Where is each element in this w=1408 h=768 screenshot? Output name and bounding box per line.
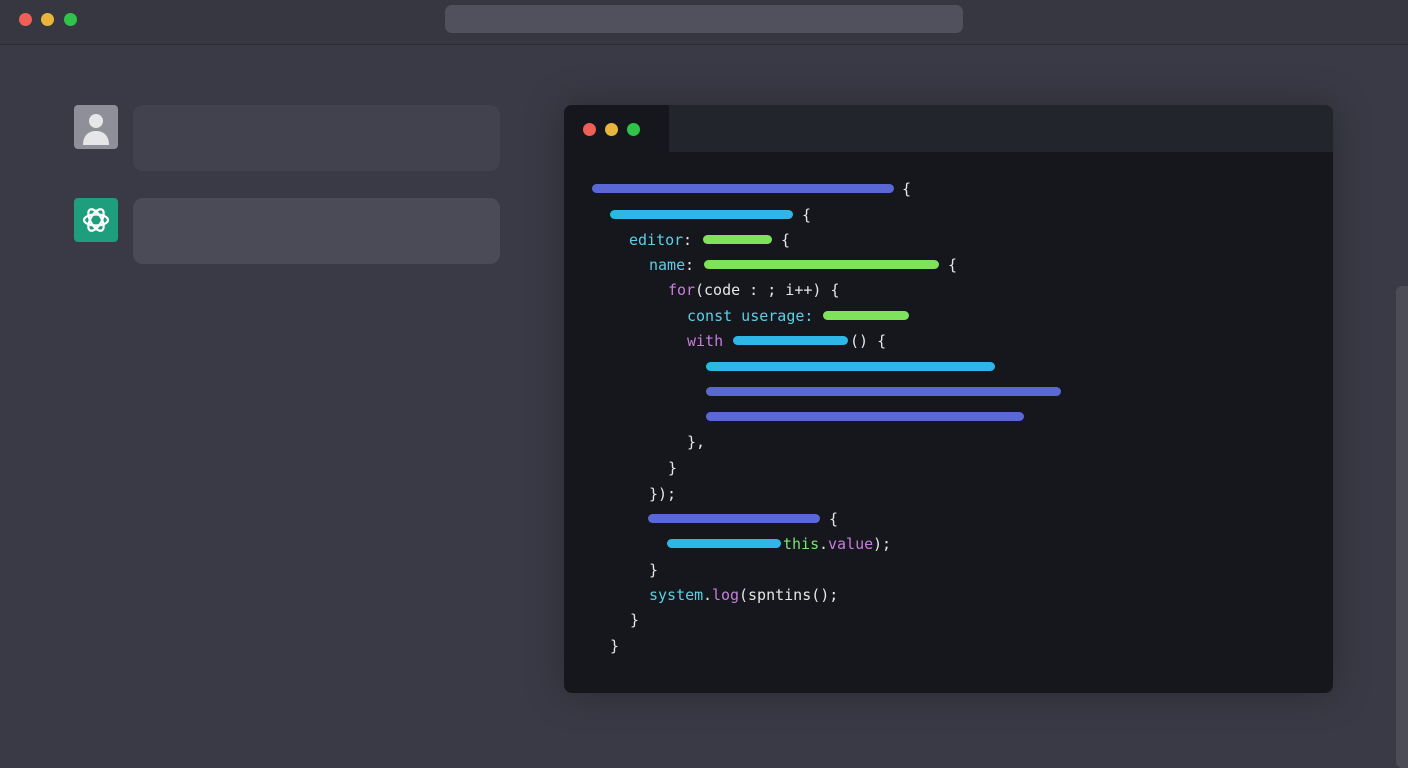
code-token: system [649,586,704,604]
code-line: { [564,205,1333,225]
minimize-window-button[interactable] [41,13,54,26]
code-token: editor [629,231,684,249]
assistant-message-bubble [133,198,500,264]
close-window-button[interactable] [19,13,32,26]
user-avatar [74,105,118,149]
code-token: (spntins(); [739,586,839,604]
code-token: : [685,256,695,274]
window-titlebar [0,0,1408,45]
code-line: } [564,560,1333,580]
code-line: name : { [564,255,1333,275]
code-placeholder-bar [706,412,1024,421]
code-token: . [819,535,829,553]
code-token: } [630,611,640,629]
code-line: this . value ); [564,534,1333,554]
code-placeholder-bar [733,336,848,345]
code-line: editor : { [564,230,1333,250]
code-line: }, [564,432,1333,452]
code-placeholder-bar [592,184,894,193]
code-token: with [687,332,724,350]
page-scrollbar[interactable] [1396,286,1408,768]
code-token: const userage: [687,307,814,325]
code-token: log [712,586,740,604]
code-block: { { editor : { name : { for (code : ; i+… [564,105,1333,693]
code-token: { [802,206,812,224]
code-placeholder-bar [648,514,820,523]
maximize-window-button[interactable] [64,13,77,26]
assistant-avatar [74,198,118,242]
code-placeholder-bar [823,311,909,320]
code-line [564,357,1333,377]
code-line: system . log (spntins(); [564,585,1333,605]
code-line: } [564,636,1333,656]
code-placeholder-bar [703,235,772,244]
code-token: } [610,637,620,655]
code-token: value [828,535,874,553]
code-placeholder-bar [610,210,793,219]
code-placeholder-bar [667,539,781,548]
code-token: (code : ; i++) { [695,281,840,299]
assistant-logo-icon [74,198,118,242]
code-token: } [668,459,678,477]
code-line: { [564,179,1333,199]
code-token: . [703,586,713,604]
code-token: }, [687,433,706,451]
code-placeholder-bar [706,387,1061,396]
user-message-bubble [133,105,500,171]
code-line: } [564,458,1333,478]
code-token: this [783,535,820,553]
code-line: for (code : ; i++) { [564,280,1333,300]
code-line: }); [564,484,1333,504]
user-silhouette-icon [83,114,109,145]
code-token: } [649,561,659,579]
code-token: { [781,231,791,249]
code-placeholder-bar [706,362,995,371]
code-line [564,382,1333,402]
code-line: with () { [564,331,1333,351]
code-token: () { [850,332,887,350]
code-token: { [902,180,912,198]
code-token: { [829,510,839,528]
code-line: const userage: [564,306,1333,326]
code-line: } [564,610,1333,630]
code-token: : [683,231,693,249]
code-token: ); [873,535,892,553]
address-bar[interactable] [445,5,963,33]
code-line: { [564,509,1333,529]
code-placeholder-bar [704,260,939,269]
code-token: name [649,256,686,274]
code-editor-window: { { editor : { name : { for (code : ; i+… [564,105,1333,693]
code-token: for [668,281,696,299]
code-token: }); [649,485,677,503]
code-line [564,407,1333,427]
code-token: { [948,256,958,274]
